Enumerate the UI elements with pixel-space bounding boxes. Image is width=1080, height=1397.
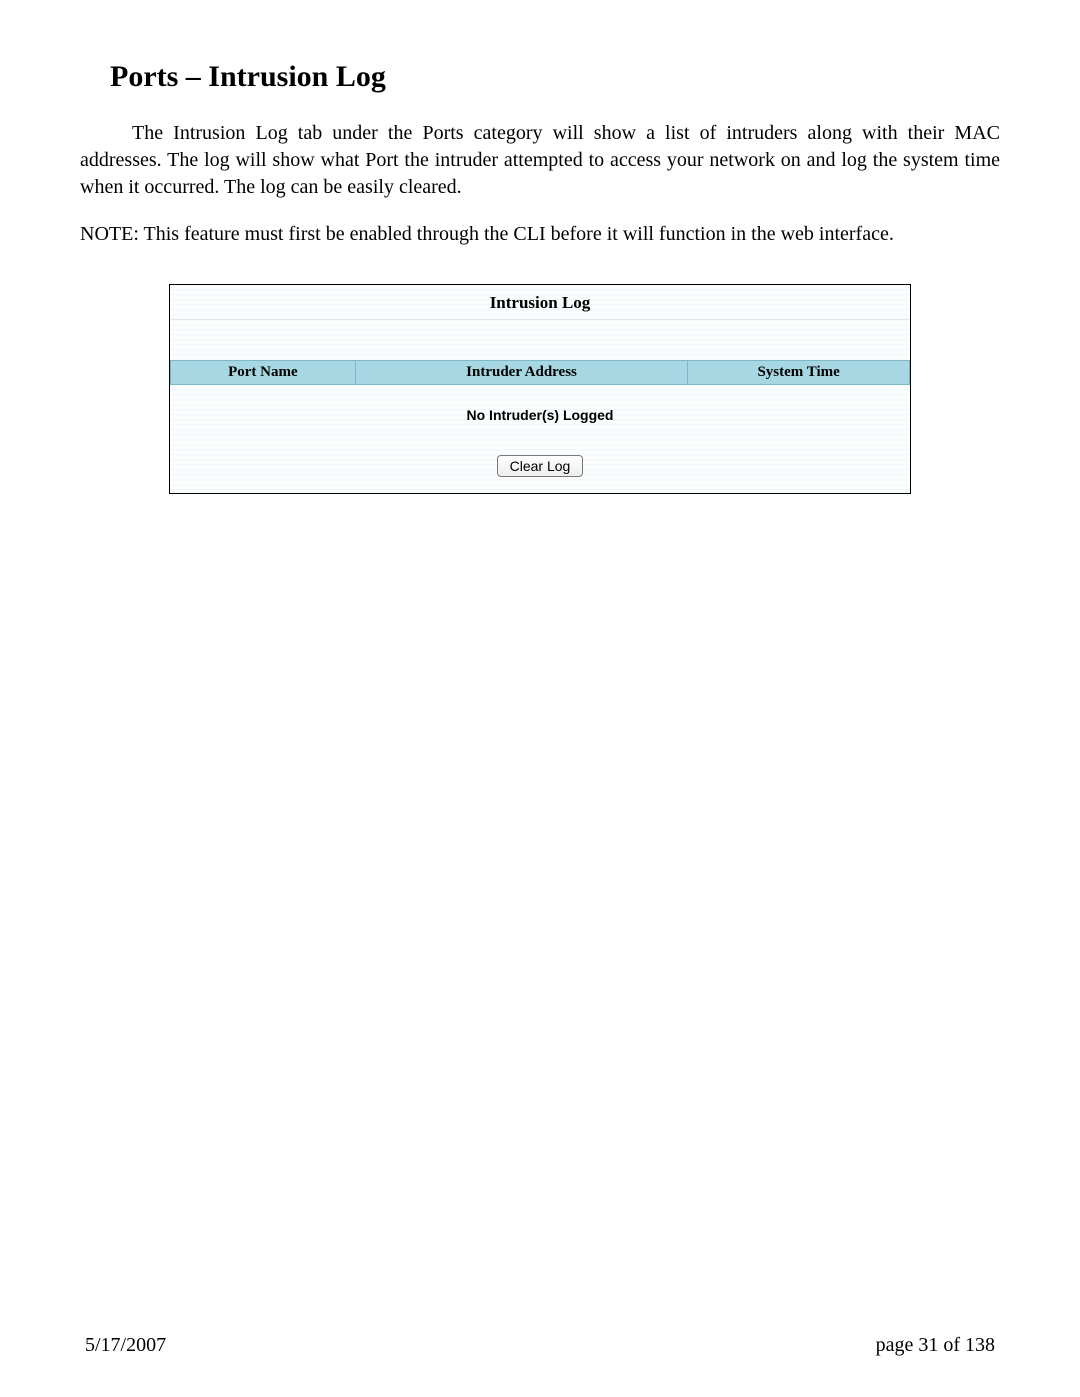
col-header-system-time: System Time [688, 361, 910, 385]
intrusion-log-panel: Intrusion Log Port Name Intruder Address… [169, 284, 911, 494]
page-footer: 5/17/2007 page 31 of 138 [0, 1334, 1080, 1357]
intrusion-log-table: Port Name Intruder Address System Time [170, 360, 910, 385]
panel-title: Intrusion Log [170, 285, 910, 320]
col-header-intruder-address: Intruder Address [355, 361, 688, 385]
description-paragraph: The Intrusion Log tab under the Ports ca… [80, 120, 1000, 201]
footer-page-number: page 31 of 138 [876, 1334, 995, 1357]
section-heading: Ports – Intrusion Log [110, 60, 1000, 94]
no-intruders-message: No Intruder(s) Logged [170, 385, 910, 441]
note-paragraph: NOTE: This feature must first be enabled… [80, 221, 1000, 248]
footer-date: 5/17/2007 [85, 1334, 166, 1357]
clear-log-button[interactable]: Clear Log [497, 455, 584, 477]
col-header-port-name: Port Name [171, 361, 356, 385]
